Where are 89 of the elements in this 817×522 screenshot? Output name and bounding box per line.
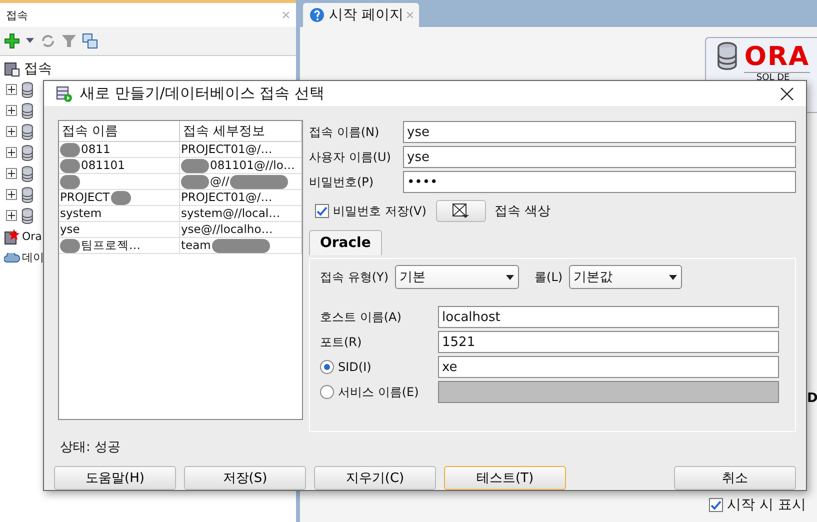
input-field[interactable]: •••• [403,171,796,193]
redaction-mark [230,174,288,188]
database-icon [21,208,34,224]
expand-toggle[interactable] [6,126,17,137]
expand-toggle[interactable] [6,210,17,221]
panel-title: 접속 [6,8,28,22]
redaction-mark [181,158,209,172]
caret-icon[interactable] [26,38,34,44]
cell-text: system@//local… [181,206,280,221]
cell-text: 081101@//lo… [210,158,295,173]
cell-text: PROJECT01@/… [181,142,272,157]
cell-text: 081101 [81,158,125,173]
cell-text: 0811 [81,142,110,157]
database-icon [21,166,34,182]
cell-text: 팀프로젝… [81,238,140,253]
expand-toggle[interactable] [6,189,17,200]
column-header[interactable]: 접속 세부정보 [180,121,302,142]
dialog-button[interactable]: 도움말(H) [54,466,176,490]
column-header[interactable]: 접속 이름 [59,121,180,142]
radio-label: SID(I) [338,360,372,374]
input-field[interactable]: 1521 [438,331,779,353]
collapse-icon[interactable] [82,33,98,49]
expand-toggle[interactable] [6,84,17,95]
cell-text: PROJECT [60,190,110,205]
tree-item-label[interactable]: Ora [22,230,42,243]
help-icon [309,7,325,23]
editor-tab[interactable]: 시작 페이지 [303,3,420,27]
cell-text: yse@//localho… [181,222,273,237]
field-label: 비밀번호(P) [309,174,375,190]
database-icon [21,102,34,118]
radio-label: 서비스 이름(E) [338,384,419,400]
redaction-mark [110,190,131,204]
checkbox-label: 시작 시 표시 [727,496,806,514]
refresh-icon[interactable] [40,33,56,49]
filter-icon[interactable] [62,34,76,48]
input-field[interactable]: yse [403,121,796,143]
expand-toggle[interactable] [6,168,17,179]
field-label: 롤(L) [534,268,563,286]
input-field[interactable]: localhost [438,306,779,328]
logo-text: ORA [744,42,810,73]
database-icon [716,42,738,70]
input-field[interactable]: xe [438,356,779,378]
connections-icon [4,60,20,76]
cut-off-text: D [807,391,817,406]
expand-toggle[interactable] [6,105,17,116]
cell-text: @// [210,174,230,189]
checkbox-label: 비밀번호 저장(V) [333,202,426,220]
field-label: 접속 이름(N) [309,124,380,140]
color-picker-button[interactable] [436,200,486,222]
add-icon[interactable] [4,33,20,49]
redaction-mark [212,238,270,252]
dialog-title: 새로 만들기/데이터베이스 접속 선택 [80,84,326,103]
cell-text: PROJECT01@/… [181,190,272,205]
database-star-icon [4,228,20,244]
database-icon [21,82,34,98]
field-label: 호스트 이름(A) [320,308,402,326]
tree-root-label: 접속 [24,60,52,78]
caret-icon [506,274,514,280]
color-label: 접속 색상 [494,203,551,220]
redaction-mark [181,174,209,188]
database-icon [21,186,34,202]
dialog-button[interactable]: 테스트(T) [444,466,566,490]
dialog-button[interactable]: 지우기(C) [314,466,436,490]
dialog-button[interactable]: 취소 [674,466,796,490]
dropdown[interactable]: 기본 [394,265,519,289]
cloud-icon [4,252,20,262]
caret-icon [668,274,677,280]
color-swatch-icon [452,203,470,219]
cell-text: system [60,206,102,221]
tree-item-label[interactable]: 데이 [22,250,44,265]
database-icon [21,124,34,140]
expand-toggle[interactable] [6,147,17,158]
field-label: 접속 유형(Y) [320,268,389,286]
database-connect-icon [56,86,72,102]
dropdown[interactable]: 기본값 [568,265,682,289]
logo-subtitle: SQL DE [755,73,791,83]
close-icon[interactable] [780,86,794,100]
database-icon [21,144,34,160]
radio-button[interactable] [320,360,334,374]
checkbox[interactable] [709,498,723,512]
cell-text: team [181,238,211,253]
status-text: 상태: 성공 [59,439,122,456]
cell-text: yse [60,222,80,237]
checkbox[interactable] [315,204,329,218]
dialog-button[interactable]: 저장(S) [184,466,306,490]
field-label: 사용자 이름(U) [309,148,392,166]
field-label: 포트(R) [320,334,363,350]
input-field[interactable]: yse [403,146,796,168]
tab[interactable]: Oracle [309,230,382,255]
